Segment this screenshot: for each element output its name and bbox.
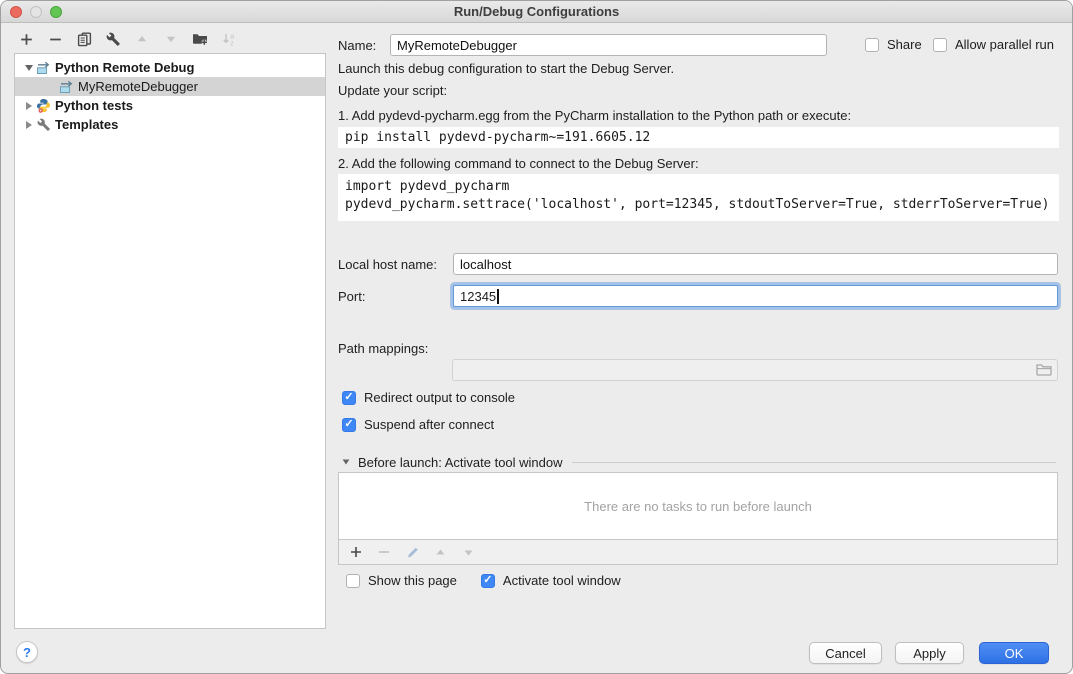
move-task-down-icon[interactable]: [460, 544, 476, 560]
edit-defaults-wrench-icon[interactable]: [105, 31, 121, 47]
tree-item-templates[interactable]: Templates: [15, 115, 325, 134]
page-options-row: ✓ Show this page ✓ Activate tool window: [346, 573, 621, 588]
browse-folder-icon[interactable]: [1036, 363, 1052, 379]
pip-install-command: pip install pydevd-pycharm~=191.6605.12: [338, 127, 1059, 148]
tree-item-myremotedebugger[interactable]: MyRemoteDebugger: [15, 77, 325, 96]
code-line-1: import pydevd_pycharm: [345, 178, 1059, 196]
port-input[interactable]: 12345: [453, 285, 1058, 307]
share-checkbox-row: ✓ Share: [865, 37, 922, 52]
step-1-text: 1. Add pydevd-pycharm.egg from the PyCha…: [338, 108, 851, 123]
help-button[interactable]: ?: [16, 641, 38, 663]
remove-configuration-icon[interactable]: [47, 31, 63, 47]
chevron-down-icon[interactable]: [343, 459, 350, 464]
activate-tool-window-label: Activate tool window: [503, 573, 621, 588]
allow-parallel-checkbox-row: ✓ Allow parallel run: [933, 37, 1054, 52]
add-task-icon[interactable]: [348, 544, 364, 560]
tree-item-python-tests[interactable]: Python tests: [15, 96, 325, 115]
tree-item-label: MyRemoteDebugger: [78, 79, 198, 94]
step-2-text: 2. Add the following command to connect …: [338, 156, 699, 171]
before-launch-task-list[interactable]: There are no tasks to run before launch: [338, 472, 1058, 540]
before-launch-header[interactable]: Before launch: Activate tool window: [338, 454, 1058, 470]
configurations-toolbar: a z: [18, 26, 237, 52]
separator-line: [572, 462, 1056, 463]
local-host-name-input[interactable]: [453, 253, 1058, 275]
remote-debug-icon: [35, 61, 52, 75]
svg-text:a: a: [230, 33, 234, 40]
suspend-after-connect-row: ✓ Suspend after connect: [342, 417, 494, 432]
chevron-down-icon[interactable]: [22, 65, 35, 71]
local-host-name-label: Local host name:: [338, 257, 437, 272]
tree-item-label: Python tests: [55, 98, 133, 113]
show-this-page-label: Show this page: [368, 573, 457, 588]
new-folder-icon[interactable]: [192, 31, 208, 47]
sort-alphabetically-icon[interactable]: a z: [221, 31, 237, 47]
text-caret: [497, 289, 499, 304]
activate-tool-window-checkbox[interactable]: ✓: [481, 574, 495, 588]
configuration-form: Name: ✓ Share ✓ Allow parallel run Launc…: [338, 1, 1059, 674]
redirect-output-label: Redirect output to console: [364, 390, 515, 405]
allow-parallel-checkbox[interactable]: ✓: [933, 38, 947, 52]
path-mappings-label: Path mappings:: [338, 341, 428, 356]
svg-text:z: z: [230, 40, 234, 46]
before-launch-label: Before launch: Activate tool window: [358, 455, 563, 470]
settrace-code-block: import pydevd_pycharm pydevd_pycharm.set…: [338, 174, 1059, 221]
add-configuration-icon[interactable]: [18, 31, 34, 47]
chevron-right-icon[interactable]: [22, 102, 35, 110]
code-line-2: pydevd_pycharm.settrace('localhost', por…: [345, 196, 1059, 214]
ok-button[interactable]: OK: [979, 642, 1049, 664]
check-icon: ✓: [344, 392, 353, 403]
edit-task-pencil-icon[interactable]: [404, 544, 420, 560]
check-icon: ✓: [344, 419, 353, 430]
redirect-output-row: ✓ Redirect output to console: [342, 390, 515, 405]
python-icon: [35, 98, 52, 113]
suspend-after-connect-checkbox[interactable]: ✓: [342, 418, 356, 432]
redirect-output-checkbox[interactable]: ✓: [342, 391, 356, 405]
description-line-2: Update your script:: [338, 83, 447, 98]
copy-configuration-icon[interactable]: [76, 31, 92, 47]
tree-item-label: Python Remote Debug: [55, 60, 194, 75]
tree-item-python-remote-debug[interactable]: Python Remote Debug: [15, 58, 325, 77]
show-this-page-checkbox[interactable]: ✓: [346, 574, 360, 588]
configurations-tree: Python Remote Debug MyRemoteDebugger: [14, 53, 326, 629]
cancel-button[interactable]: Cancel: [809, 642, 882, 664]
path-mappings-input: [452, 359, 1058, 381]
description-line-1: Launch this debug configuration to start…: [338, 61, 674, 76]
port-label: Port:: [338, 289, 365, 304]
empty-tasks-text: There are no tasks to run before launch: [584, 499, 812, 514]
tree-item-label: Templates: [55, 117, 118, 132]
share-checkbox[interactable]: ✓: [865, 38, 879, 52]
allow-parallel-label: Allow parallel run: [955, 37, 1054, 52]
chevron-right-icon[interactable]: [22, 121, 35, 129]
share-label: Share: [887, 37, 922, 52]
move-down-icon[interactable]: [163, 31, 179, 47]
remove-task-icon[interactable]: [376, 544, 392, 560]
remote-debug-icon: [58, 80, 75, 94]
run-debug-configurations-dialog: Run/Debug Configurations: [0, 0, 1073, 674]
check-icon: ✓: [483, 575, 492, 586]
move-up-icon[interactable]: [134, 31, 150, 47]
apply-button[interactable]: Apply: [895, 642, 964, 664]
port-value: 12345: [460, 289, 496, 304]
move-task-up-icon[interactable]: [432, 544, 448, 560]
name-input[interactable]: [390, 34, 827, 56]
suspend-after-connect-label: Suspend after connect: [364, 417, 494, 432]
before-launch-toolbar: [338, 540, 1058, 565]
name-label: Name:: [338, 38, 376, 53]
wrench-icon: [35, 118, 52, 132]
